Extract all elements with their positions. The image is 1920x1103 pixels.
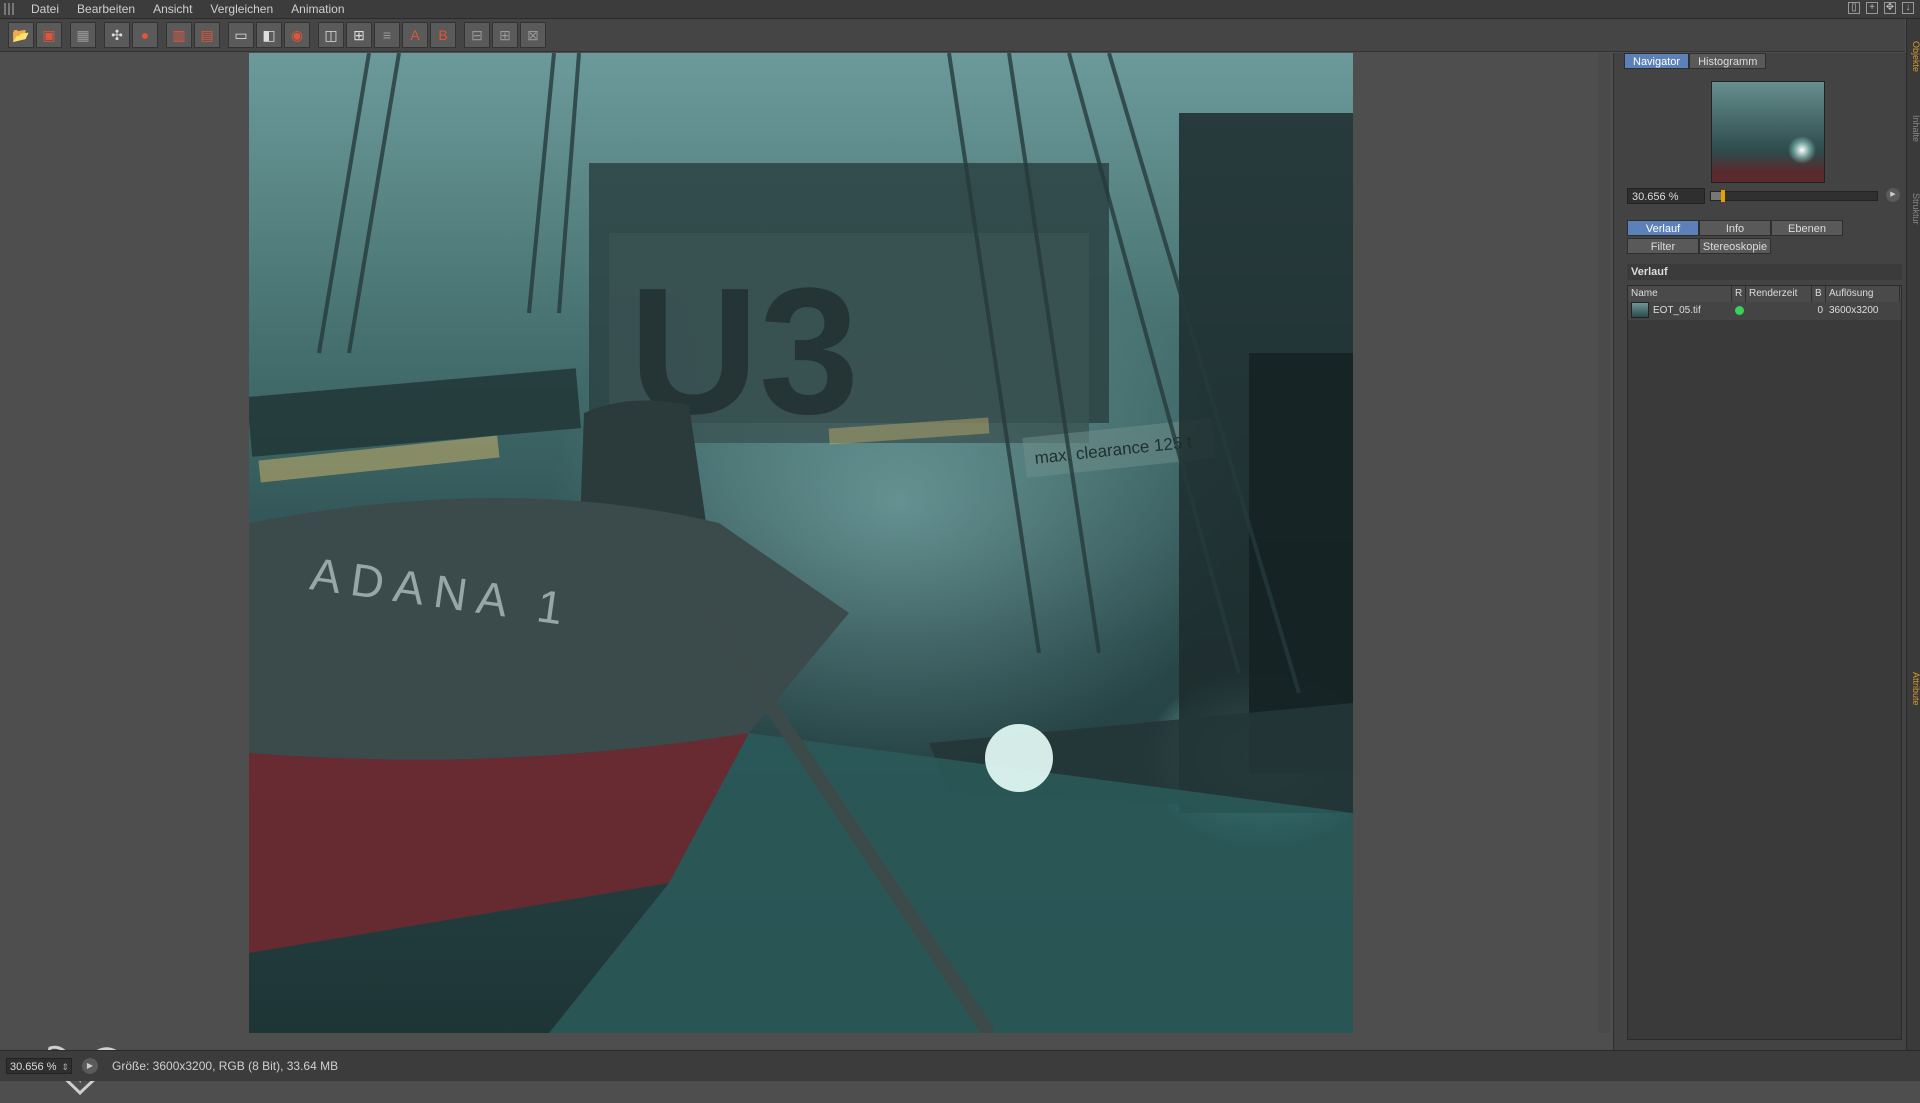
tab-verlauf[interactable]: Verlauf bbox=[1627, 220, 1699, 236]
person-icon[interactable]: ● bbox=[132, 22, 158, 48]
right-panel: Navigator Histogramm 30.656 % ▶ Verlauf … bbox=[1613, 53, 1906, 1050]
menu-bar: Datei Bearbeiten Ansicht Vergleichen Ani… bbox=[0, 0, 1920, 19]
render-scene: U3 max. clearance 125 t ADANA 1 bbox=[249, 53, 1353, 1033]
table-header: Name R Renderzeit B Auflösung bbox=[1628, 286, 1901, 302]
play-icon[interactable]: ▶ bbox=[82, 1058, 98, 1074]
zoom-field[interactable]: 30.656 % ⇕ bbox=[6, 1058, 72, 1074]
tab-histogramm[interactable]: Histogramm bbox=[1689, 53, 1767, 69]
section-title: Verlauf bbox=[1627, 264, 1902, 280]
file-thumbnail-icon bbox=[1631, 302, 1649, 319]
navigator-slider-knob[interactable] bbox=[1720, 190, 1725, 202]
row-b: 0 bbox=[1817, 305, 1823, 316]
status-bar: 30.656 % ⇕ ▶ Größe: 3600x3200, RGB (8 Bi… bbox=[0, 1050, 1920, 1081]
panel-layout-icon[interactable]: ▯ bbox=[1848, 2, 1860, 14]
render-region-icon[interactable]: ▥ bbox=[166, 22, 192, 48]
display-split-icon[interactable]: ◧ bbox=[256, 22, 282, 48]
layout-3-icon[interactable]: ⊠ bbox=[520, 22, 546, 48]
toolbar-file-group: 📂 ▣ bbox=[8, 22, 62, 48]
column-b[interactable]: B bbox=[1812, 286, 1826, 302]
open-icon[interactable]: 📂 bbox=[8, 22, 34, 48]
panel-tabs-row2: Filter Stereoskopie bbox=[1627, 238, 1771, 254]
navigator-zoom-value: 30.656 % bbox=[1632, 191, 1679, 203]
layout-2-icon[interactable]: ⊞ bbox=[492, 22, 518, 48]
toolbar-compare-group: ◫ ⊞ ≡ A B bbox=[318, 22, 456, 48]
toolbar-layout-group: ⊟ ⊞ ⊠ bbox=[464, 22, 546, 48]
text-compare-icon[interactable]: ≡ bbox=[374, 22, 400, 48]
image-info: Größe: 3600x3200, RGB (8 Bit), 33.64 MB bbox=[112, 1059, 339, 1073]
toolbar-tools-group: ✣ ● bbox=[104, 22, 158, 48]
side-tab-struktur[interactable]: Struktur bbox=[1907, 179, 1920, 239]
display-settings-icon[interactable]: ◉ bbox=[284, 22, 310, 48]
row-name-cell: EOT_05.tif bbox=[1628, 302, 1732, 320]
history-table: Name R Renderzeit B Auflösung EOT_05.tif… bbox=[1627, 285, 1902, 1040]
tab-navigator[interactable]: Navigator bbox=[1624, 53, 1690, 69]
menu-bearbeiten[interactable]: Bearbeiten bbox=[68, 2, 144, 16]
tab-ebenen[interactable]: Ebenen bbox=[1771, 220, 1843, 236]
tab-filter[interactable]: Filter bbox=[1627, 238, 1699, 254]
menu-datei[interactable]: Datei bbox=[22, 2, 68, 16]
menu-ansicht[interactable]: Ansicht bbox=[144, 2, 201, 16]
row-r-cell bbox=[1732, 302, 1746, 320]
navigator-tabs: Navigator Histogramm bbox=[1624, 53, 1767, 69]
left-walkway bbox=[249, 368, 581, 457]
viewport-scrollbar[interactable] bbox=[1598, 53, 1610, 1033]
zoom-value: 30.656 % bbox=[10, 1061, 57, 1073]
grip-icon bbox=[4, 3, 16, 15]
column-renderzeit[interactable]: Renderzeit bbox=[1746, 286, 1812, 302]
image-viewport[interactable]: U3 max. clearance 125 t ADANA 1 bbox=[0, 53, 1610, 1096]
menu-animation[interactable]: Animation bbox=[282, 2, 353, 16]
row-render-time bbox=[1746, 302, 1812, 320]
navigator-play-icon[interactable]: ▶ bbox=[1886, 188, 1900, 202]
side-tab-strip: Objekte Attribute Inhalte Struktur bbox=[1906, 19, 1920, 1050]
window-controls: ▯ + ✥ ↓ bbox=[1848, 2, 1914, 14]
table-row[interactable]: EOT_05.tif 0 3600x3200 bbox=[1628, 302, 1901, 320]
navigator-zoom-slider[interactable] bbox=[1710, 190, 1878, 202]
tunnel-light bbox=[985, 724, 1053, 792]
side-tab-attribute[interactable]: Attribute bbox=[1907, 659, 1920, 719]
grid-select-icon[interactable]: ⊞ bbox=[346, 22, 372, 48]
b-icon[interactable]: B bbox=[430, 22, 456, 48]
toolbar-render-group: ▥ ▤ bbox=[166, 22, 220, 48]
side-tab-objekte[interactable]: Objekte bbox=[1907, 27, 1920, 87]
tab-stereoskopie[interactable]: Stereoskopie bbox=[1699, 238, 1771, 254]
move-window-icon[interactable]: ✥ bbox=[1884, 2, 1896, 14]
pin-icon[interactable]: ↓ bbox=[1902, 2, 1914, 14]
move-icon[interactable]: ✣ bbox=[104, 22, 130, 48]
toolbar: 📂 ▣ ▦ ✣ ● ▥ ▤ ▭ ◧ ◉ ◫ ⊞ ≡ A B ⊟ ⊞ ⊠ bbox=[0, 19, 1905, 52]
render-stack-icon[interactable]: ▤ bbox=[194, 22, 220, 48]
rendered-image[interactable]: U3 max. clearance 125 t ADANA 1 bbox=[249, 53, 1353, 1033]
row-resolution: 3600x3200 bbox=[1829, 305, 1879, 316]
navigator-zoom-field[interactable]: 30.656 % bbox=[1627, 188, 1705, 204]
toolbar-grid-group: ▦ bbox=[70, 22, 96, 48]
menu-vergleichen[interactable]: Vergleichen bbox=[201, 2, 282, 16]
maximize-icon[interactable]: + bbox=[1866, 2, 1878, 14]
layout-1-icon[interactable]: ⊟ bbox=[464, 22, 490, 48]
status-dot-icon bbox=[1735, 305, 1744, 315]
column-aufloesung[interactable]: Auflösung bbox=[1826, 286, 1900, 302]
save-icon[interactable]: ▣ bbox=[36, 22, 62, 48]
column-name[interactable]: Name bbox=[1628, 286, 1732, 302]
a-icon[interactable]: A bbox=[402, 22, 428, 48]
stepper-icon[interactable]: ⇕ bbox=[61, 1059, 69, 1075]
row-name: EOT_05.tif bbox=[1653, 305, 1701, 316]
tab-info[interactable]: Info bbox=[1699, 220, 1771, 236]
toolbar-display-group: ▭ ◧ ◉ bbox=[228, 22, 310, 48]
side-tab-inhalte[interactable]: Inhalte bbox=[1907, 99, 1920, 159]
navigator-thumbnail[interactable] bbox=[1711, 81, 1825, 183]
grid-icon[interactable]: ▦ bbox=[70, 22, 96, 48]
ab-compare-icon[interactable]: ◫ bbox=[318, 22, 344, 48]
panel-tabs-row1: Verlauf Info Ebenen bbox=[1627, 220, 1843, 236]
column-r[interactable]: R bbox=[1732, 286, 1746, 302]
display-icon[interactable]: ▭ bbox=[228, 22, 254, 48]
